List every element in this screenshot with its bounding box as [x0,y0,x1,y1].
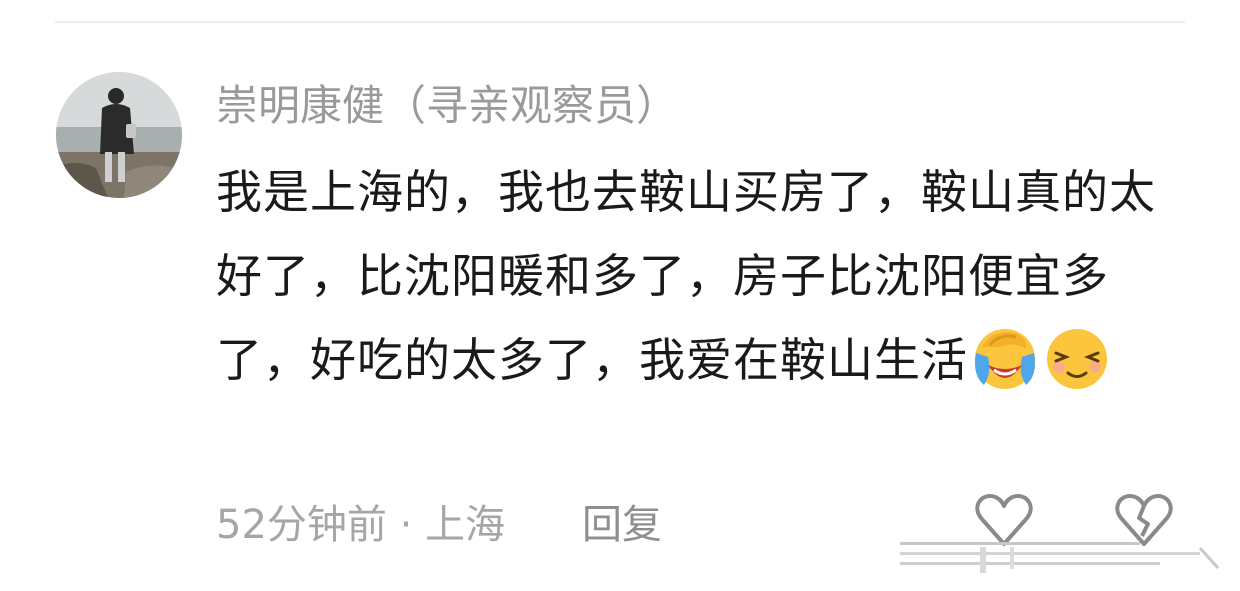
comment-username[interactable]: 崇明康健（寻亲观察员） [216,78,678,134]
watermark-lines [900,542,1220,573]
comment-time-location: 52分钟前 · 上海 [216,502,506,548]
avatar[interactable] [56,72,182,198]
top-divider [55,21,1185,23]
relieved-smile-emoji [1047,328,1107,389]
facepalm-crying-emoji [975,328,1035,389]
reply-button[interactable]: 回复 [582,497,662,553]
comment-body: 我是上海的，我也去鞍山买房了，鞍山真的太好了，比沈阳暖和多了，房子比沈阳便宜多了… [216,150,1171,402]
